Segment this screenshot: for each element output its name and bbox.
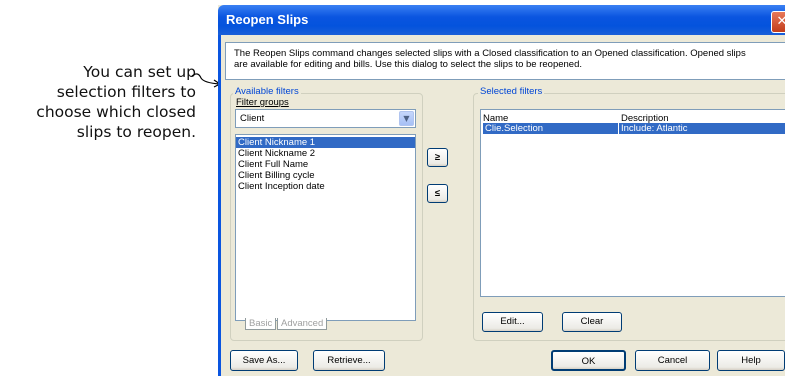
tab-basic[interactable]: Basic xyxy=(245,318,277,330)
description-line-2: are available for editing and bills. Use… xyxy=(234,59,583,70)
callout-line-2: selection filters to xyxy=(56,83,196,101)
column-divider xyxy=(618,123,619,134)
callout-line-3: choose which closed xyxy=(36,103,196,121)
filter-groups-combo[interactable]: Client ▼ xyxy=(235,109,416,128)
close-button[interactable]: ✕ xyxy=(771,11,785,33)
cancel-button[interactable]: Cancel xyxy=(635,350,710,371)
description-box: The Reopen Slips command changes selecte… xyxy=(225,42,785,80)
ok-button[interactable]: OK xyxy=(551,350,626,371)
remove-filter-button[interactable]: ≤ xyxy=(427,184,448,203)
list-item-available-2[interactable]: Client Full Name xyxy=(236,159,415,170)
filter-groups-label: Filter groups xyxy=(236,97,289,108)
list-item-available-1[interactable]: Client Nickname 2 xyxy=(236,148,415,159)
table-row[interactable]: Clie.Selection Include: Atlantic xyxy=(483,123,785,134)
filter-tabs: Basic Advanced xyxy=(245,318,365,332)
add-filter-button[interactable]: ≥ xyxy=(427,148,448,167)
help-button[interactable]: Help xyxy=(717,350,785,371)
save-as-button[interactable]: Save As... xyxy=(230,350,298,371)
dialog-title: Reopen Slips xyxy=(226,12,309,27)
reopen-slips-dialog: Reopen Slips ✕ The Reopen Slips command … xyxy=(218,5,785,376)
list-item-available-3[interactable]: Client Billing cycle xyxy=(236,170,415,181)
list-item-available-4[interactable]: Client Inception date xyxy=(236,181,415,192)
row-description-cell: Include: Atlantic xyxy=(621,123,688,134)
selected-filters-label: Selected filters xyxy=(478,86,545,97)
title-bar: Reopen Slips ✕ xyxy=(218,5,785,35)
description-line-1: The Reopen Slips command changes selecte… xyxy=(234,48,746,59)
available-filters-label: Available filters xyxy=(233,86,301,97)
selected-filters-grid[interactable] xyxy=(480,109,785,297)
callout-line-1: You can set up xyxy=(83,63,196,81)
tab-advanced[interactable]: Advanced xyxy=(277,318,328,330)
chevron-down-icon[interactable]: ▼ xyxy=(399,111,414,126)
retrieve-button[interactable]: Retrieve... xyxy=(313,350,385,371)
callout-line-4: slips to reopen. xyxy=(76,123,196,141)
row-name-cell: Clie.Selection xyxy=(485,123,544,134)
filter-groups-value: Client xyxy=(240,113,265,124)
window-border xyxy=(218,35,221,376)
clear-button[interactable]: Clear xyxy=(562,312,622,332)
available-filters-list[interactable]: Client Nickname 1 Client Nickname 2 Clie… xyxy=(235,134,416,321)
callout-annotation: You can set up selection filters to choo… xyxy=(0,62,196,142)
list-item-available-0[interactable]: Client Nickname 1 xyxy=(236,137,415,148)
edit-button[interactable]: Edit... xyxy=(482,312,543,332)
